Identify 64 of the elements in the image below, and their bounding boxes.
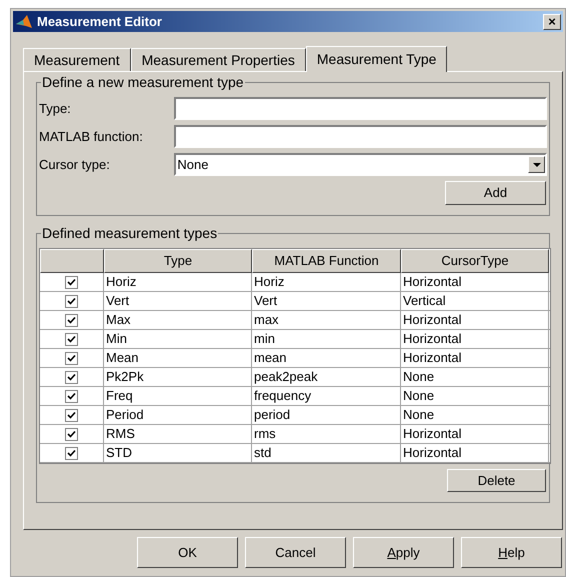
column-header[interactable]: MATLAB Function: [252, 249, 401, 273]
text-field[interactable]: [174, 97, 547, 120]
window-title: Measurement Editor: [37, 12, 163, 31]
dialog-button[interactable]: Cancel: [245, 537, 346, 568]
dialog-button[interactable]: Apply: [353, 537, 454, 568]
table-cell: STD: [104, 444, 252, 462]
table-cell: max: [252, 311, 401, 329]
table-cell: None: [401, 406, 549, 424]
column-header[interactable]: Type: [104, 249, 252, 273]
table-cell: period: [252, 406, 401, 424]
checkbox[interactable]: [65, 370, 78, 384]
table-cell: rms: [252, 425, 401, 443]
checkbox[interactable]: [65, 332, 78, 346]
checkbox[interactable]: [65, 446, 78, 460]
checkbox[interactable]: [65, 294, 78, 308]
table-cell: Period: [104, 406, 252, 424]
table-cell: Horizontal: [401, 425, 549, 443]
checkbox[interactable]: [65, 390, 78, 402]
column-header[interactable]: [40, 249, 104, 273]
table-cell: Horizontal: [401, 311, 549, 329]
delete-button[interactable]: Delete: [447, 469, 546, 492]
tab[interactable]: Measurement Properties: [130, 48, 306, 71]
checkbox[interactable]: [65, 314, 78, 326]
table-cell: Pk2Pk: [104, 368, 252, 386]
table-cell: Horizontal: [401, 273, 549, 291]
group-title: Define a new measurement type: [41, 74, 245, 90]
table-cell: Horiz: [252, 273, 401, 291]
table-cell: Vert: [104, 292, 252, 310]
cursor-type-dropdown[interactable]: None: [174, 153, 547, 176]
checkbox[interactable]: [65, 352, 78, 364]
table-cell: Horizontal: [401, 444, 549, 462]
table-cell: Max: [104, 311, 252, 329]
tab[interactable]: Measurement Type: [306, 46, 448, 72]
text-field[interactable]: [174, 125, 547, 148]
field-label: Type:: [39, 100, 72, 118]
group-title: Defined measurement types: [41, 225, 218, 241]
checkbox[interactable]: [65, 276, 78, 288]
app-logo-icon: [15, 14, 33, 30]
table-cell: Horiz: [104, 273, 252, 291]
table-cell: RMS: [104, 425, 252, 443]
checkbox[interactable]: [65, 408, 78, 422]
table-cell: mean: [252, 349, 401, 367]
add-button[interactable]: Add: [445, 181, 546, 205]
table-cell: None: [401, 387, 549, 405]
tab[interactable]: Measurement: [23, 48, 131, 71]
column-header[interactable]: CursorType: [401, 249, 549, 273]
table-cell: peak2peak: [252, 368, 401, 386]
table-cell: Mean: [104, 349, 252, 367]
table-cell: None: [401, 368, 549, 386]
field-label: MATLAB function:: [39, 128, 144, 146]
table-cell: Min: [104, 330, 252, 348]
close-button[interactable]: ×: [543, 14, 561, 30]
field-label: Cursor type:: [39, 156, 111, 174]
table-cell: Vert: [252, 292, 401, 310]
table-cell: frequency: [252, 387, 401, 405]
dialog-button[interactable]: OK: [137, 537, 238, 568]
table-cell: Freq: [104, 387, 252, 405]
table-cell: std: [252, 444, 401, 462]
dialog-button[interactable]: Help: [461, 537, 562, 568]
table-cell: Vertical: [401, 292, 549, 310]
table-cell: Horizontal: [401, 330, 549, 348]
table-cell: Horizontal: [401, 349, 549, 367]
table-cell: min: [252, 330, 401, 348]
checkbox[interactable]: [65, 428, 78, 440]
